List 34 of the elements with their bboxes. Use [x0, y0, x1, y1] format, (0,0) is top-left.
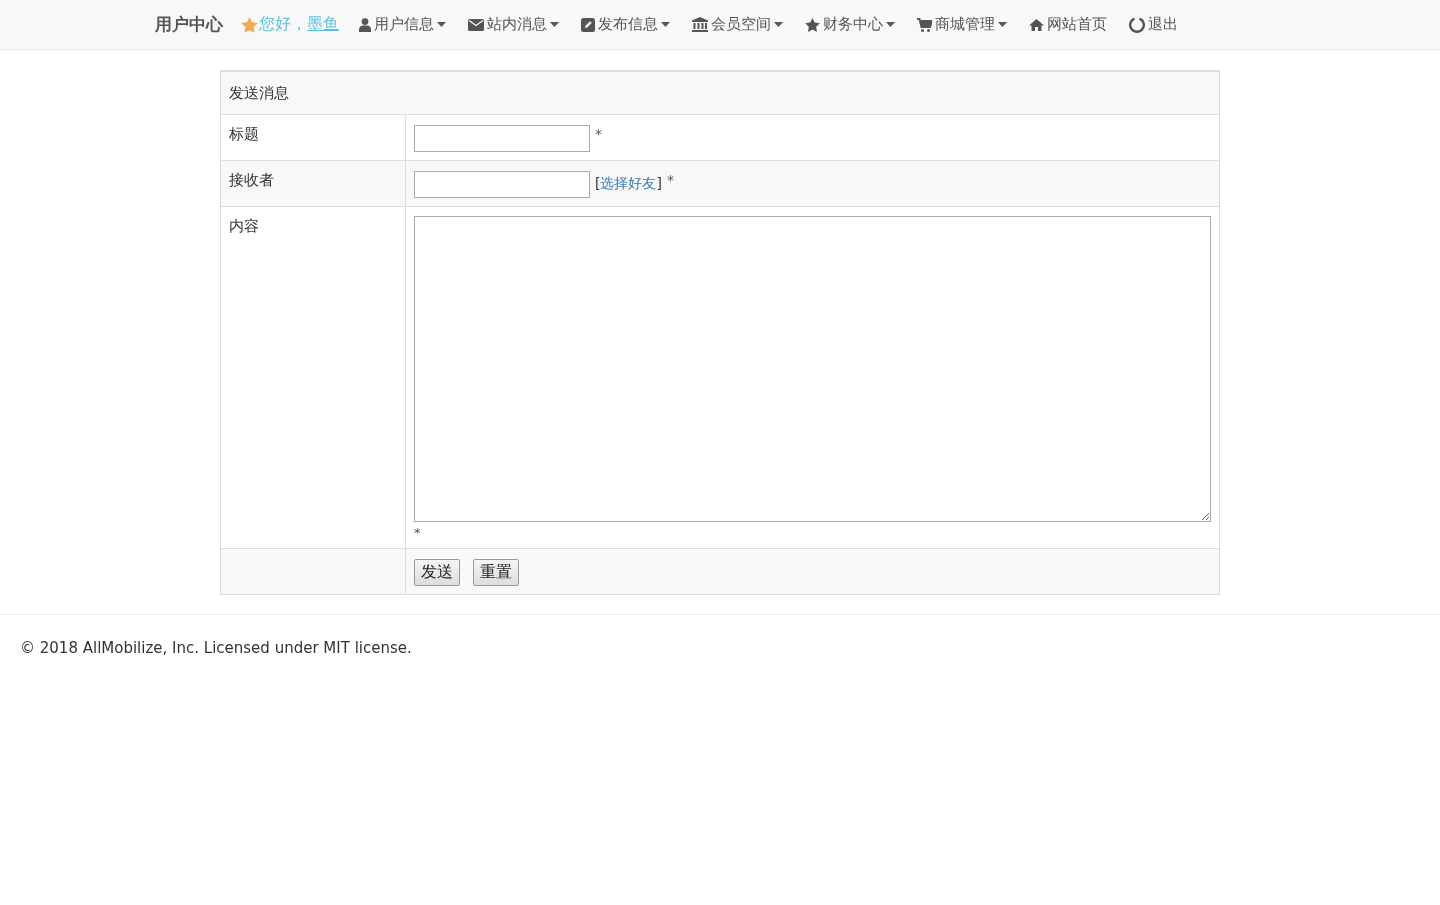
- select-friends-link[interactable]: 选择好友: [600, 175, 657, 193]
- panel-title: 发送消息: [229, 83, 289, 103]
- nav-menu-item[interactable]: 发布信息: [581, 15, 670, 34]
- nav-menu-item[interactable]: 网站首页: [1029, 15, 1107, 34]
- brand-link[interactable]: 用户中心: [155, 13, 223, 36]
- edit-icon: [581, 17, 595, 32]
- nav-menu-item[interactable]: 退出: [1129, 15, 1178, 34]
- envelope-icon: [468, 18, 484, 31]
- power-icon: [1129, 16, 1145, 33]
- home-icon: [1029, 18, 1044, 31]
- cart-icon: [917, 17, 932, 32]
- nav-menu-item[interactable]: 会员空间: [692, 15, 783, 34]
- send-button[interactable]: 发送: [414, 558, 460, 586]
- field-label: 标题: [229, 125, 259, 143]
- bracket-text: ]: [656, 175, 662, 193]
- nav-menu-item[interactable]: 商城管理: [917, 15, 1007, 34]
- input-field[interactable]: [414, 124, 590, 152]
- nav-menu-item[interactable]: 财务中心: [805, 15, 895, 34]
- star-icon: [241, 16, 258, 33]
- footer-text: © 2018 AllMobilize, Inc. Licensed under MIT license.: [20, 639, 412, 657]
- nav-menu-item[interactable]: 站内消息: [468, 15, 559, 34]
- nav-menu-item[interactable]: 用户信息: [359, 15, 446, 34]
- user-icon: [359, 17, 371, 32]
- required-mark: *: [595, 126, 602, 142]
- bracket-text: [: [595, 175, 601, 193]
- field-label: 内容: [229, 217, 259, 235]
- required-mark: *: [414, 525, 422, 540]
- star-icon: [805, 17, 820, 32]
- greeting-text: 您好，: [259, 14, 307, 35]
- bank-icon: [692, 17, 708, 32]
- field-label: 接收者: [229, 171, 274, 189]
- input-field[interactable]: [414, 170, 590, 198]
- reset-button[interactable]: 重置: [473, 558, 519, 586]
- required-mark: *: [666, 172, 674, 188]
